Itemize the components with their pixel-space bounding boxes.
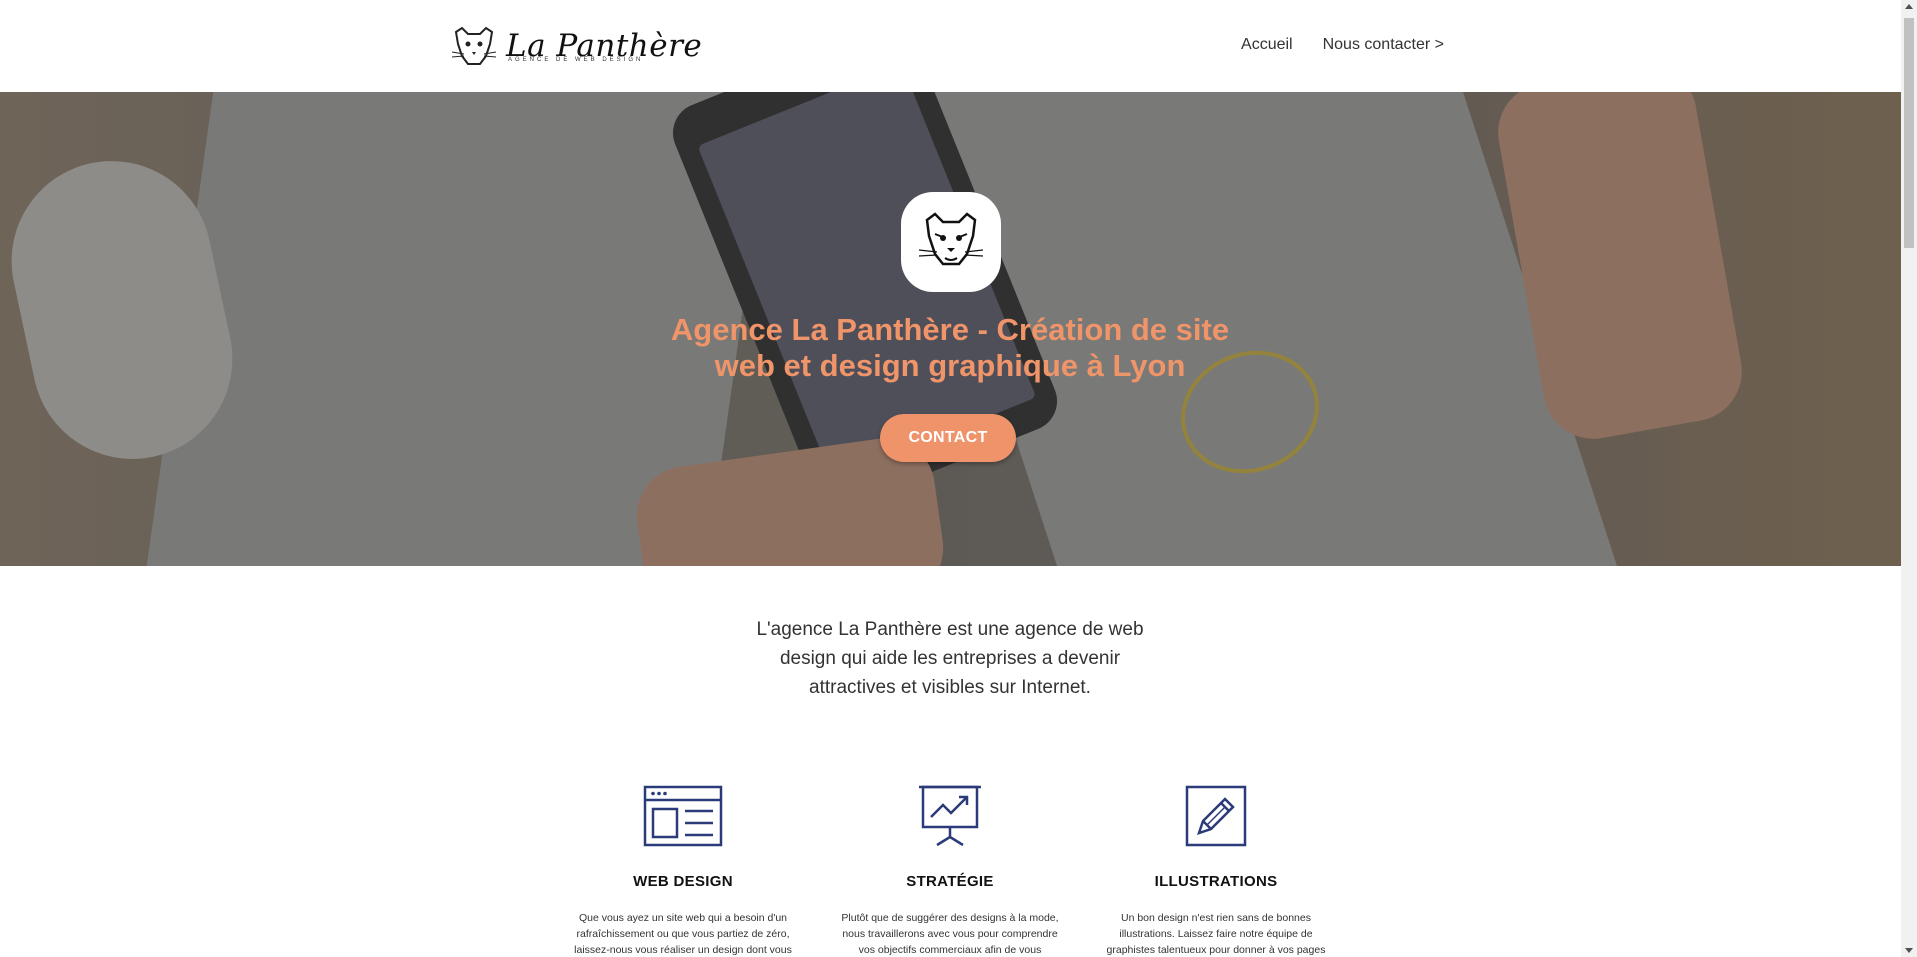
main-nav: Accueil Nous contacter > xyxy=(1241,36,1444,54)
panther-head-icon xyxy=(918,212,984,266)
service-text: Un bon design n'est rien sans de bonnes … xyxy=(1106,912,1326,956)
service-illustrations: ILLUSTRATIONS Un bon design n'est rien s… xyxy=(1096,785,1336,957)
service-title: WEB DESIGN xyxy=(633,873,733,890)
service-web-design: WEB DESIGN Que vous ayez un site web qui… xyxy=(563,785,803,957)
hero-title: Agence La Panthère - Création de site we… xyxy=(670,312,1230,383)
service-title: ILLUSTRATIONS xyxy=(1154,873,1278,890)
contact-button[interactable]: CONTACT xyxy=(880,414,1016,462)
service-title: STRATÉGIE xyxy=(906,873,994,890)
service-strategy: STRATÉGIE Plutôt que de suggérer des des… xyxy=(830,785,1070,957)
site-logo[interactable]: La Panthère AGENCE DE WEB DESIGN xyxy=(450,24,702,68)
nav-accueil[interactable]: Accueil xyxy=(1241,36,1293,54)
service-text: Plutôt que de suggérer des designs à la … xyxy=(841,912,1059,956)
scroll-up-icon[interactable] xyxy=(1905,4,1913,9)
intro-text: L'agence La Panthère est une agence de w… xyxy=(756,619,1144,698)
strategy-chart-icon xyxy=(919,785,981,847)
logo-tagline: AGENCE DE WEB DESIGN xyxy=(508,57,644,63)
pencil-icon xyxy=(1185,785,1247,847)
panther-logo-icon xyxy=(451,26,497,65)
nav-contact[interactable]: Nous contacter > xyxy=(1323,36,1444,54)
hero-panther-badge xyxy=(901,192,1001,292)
site-header: La Panthère AGENCE DE WEB DESIGN Accueil… xyxy=(0,0,1901,92)
scrollbar-thumb[interactable] xyxy=(1904,18,1914,248)
hero-banner: Agence La Panthère - Création de site we… xyxy=(0,92,1901,566)
scroll-down-icon[interactable] xyxy=(1905,948,1913,953)
web-design-icon xyxy=(643,785,723,847)
page-scrollbar[interactable] xyxy=(1901,0,1917,957)
service-text: Que vous ayez un site web qui a besoin d… xyxy=(574,912,792,956)
